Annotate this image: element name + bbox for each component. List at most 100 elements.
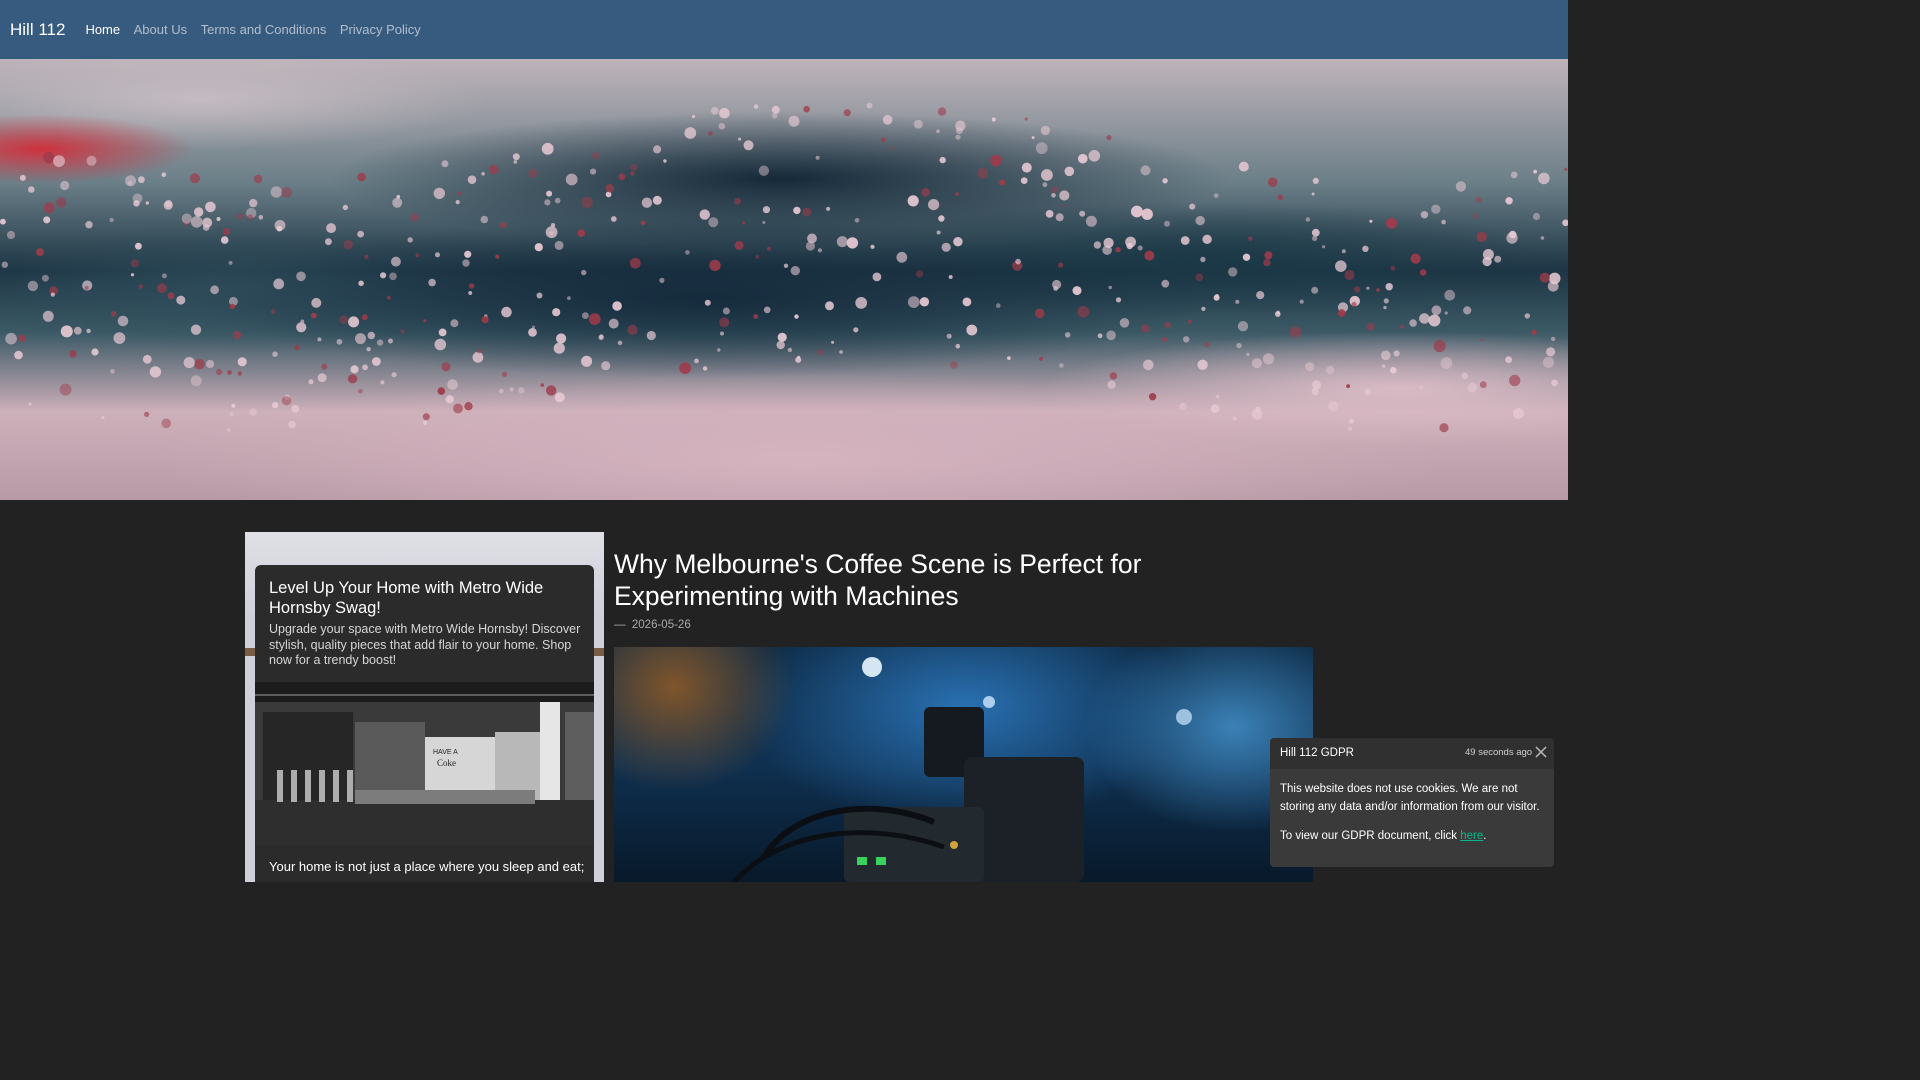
- hero-texture-dot: [999, 179, 1006, 186]
- hero-texture-dot: [528, 168, 538, 178]
- hero-texture-dot: [1058, 262, 1064, 268]
- hero-texture-dot: [738, 137, 742, 141]
- hero-texture-dot: [438, 328, 447, 337]
- hero-texture-dot: [722, 307, 730, 315]
- hero-texture-dot: [1195, 215, 1205, 226]
- hero-texture-dot: [206, 359, 215, 369]
- article-image[interactable]: [614, 647, 1313, 882]
- hero-texture-dot: [640, 220, 646, 226]
- hero-texture-dot: [630, 171, 635, 176]
- hero-texture-dot: [1179, 402, 1187, 411]
- hero-texture-dot: [1064, 166, 1075, 177]
- hero-texture-dot: [694, 358, 699, 364]
- gdpr-toast-document-line: To view our GDPR document, click here.: [1280, 830, 1546, 842]
- hero-texture-dot: [161, 273, 167, 279]
- hero-texture-dot: [1420, 211, 1429, 219]
- gdpr-document-link[interactable]: here: [1460, 830, 1483, 842]
- featured-post-panel: Level Up Your Home with Metro Wide Horns…: [255, 565, 594, 882]
- hero-texture-dot: [1441, 219, 1446, 225]
- nav-link-about-us[interactable]: About Us: [134, 22, 187, 37]
- hero-texture-dot: [468, 291, 473, 295]
- hero-texture-dot: [236, 213, 244, 220]
- hero-texture-dot: [445, 395, 454, 404]
- hero-texture-dot: [699, 209, 710, 220]
- hero-texture-dot: [1311, 192, 1315, 196]
- hero-texture-dot: [222, 228, 231, 236]
- hero-texture-dot: [1524, 313, 1531, 319]
- hero-texture-dot: [741, 221, 746, 225]
- featured-post-description: Upgrade your space with Metro Wide Horns…: [269, 622, 581, 667]
- nav-link-privacy[interactable]: Privacy Policy: [340, 22, 421, 37]
- gdpr-document-text: To view our GDPR document, click: [1280, 830, 1461, 842]
- hero-texture-dot: [1305, 217, 1311, 222]
- hero-texture-dot: [546, 385, 557, 396]
- hero-texture-dot: [1197, 359, 1208, 370]
- featured-post-title[interactable]: Level Up Your Home with Metro Wide Horns…: [269, 579, 579, 618]
- hero-texture-dot: [1383, 305, 1387, 310]
- hero-texture-dot: [1140, 324, 1150, 333]
- hero-texture-dot: [950, 361, 958, 369]
- hero-texture-dot: [1532, 212, 1541, 221]
- hero-texture-dot: [274, 219, 286, 231]
- hero-texture-dot: [205, 201, 216, 213]
- hero-texture-dot: [762, 206, 771, 214]
- hero-texture-dot: [113, 332, 126, 344]
- hero-texture-dot: [590, 168, 597, 175]
- hero-texture-dot: [472, 351, 484, 363]
- hero-texture-dot: [581, 196, 593, 208]
- hero-texture-dot: [1276, 310, 1280, 315]
- hero-texture-dot: [1143, 359, 1154, 371]
- featured-post-image[interactable]: HAVE A Coke: [255, 682, 594, 845]
- featured-post-card[interactable]: Level Up Your Home with Metro Wide Horns…: [245, 532, 604, 882]
- hero-texture-dot: [135, 242, 142, 250]
- article-title[interactable]: Why Melbourne's Coffee Scene is Perfect …: [614, 548, 1314, 612]
- hero-texture-dot: [1108, 285, 1112, 290]
- hero-texture-dot: [1494, 255, 1502, 263]
- hero-texture-dot: [1546, 347, 1556, 357]
- hero-texture-dot: [641, 197, 653, 208]
- hero-texture-dot: [1040, 125, 1051, 136]
- hero-texture-dot: [1072, 286, 1082, 296]
- close-icon[interactable]: [1534, 745, 1548, 759]
- hero-texture-dot: [977, 167, 989, 179]
- hero-texture-dot: [1463, 306, 1472, 315]
- hero-texture-dot: [831, 340, 835, 344]
- hero-texture-dot: [489, 165, 499, 175]
- site-brand[interactable]: Hill 112: [10, 20, 65, 40]
- nav-link-home[interactable]: Home: [85, 22, 120, 37]
- hero-texture-dot: [361, 314, 368, 321]
- hero-texture-dot: [776, 340, 785, 350]
- hero-texture-dot: [553, 342, 565, 354]
- hero-texture-dot: [896, 251, 908, 263]
- hero-texture-dot: [795, 356, 802, 363]
- hero-texture-dot: [846, 237, 859, 249]
- nav-link-terms[interactable]: Terms and Conditions: [201, 22, 327, 37]
- hero-texture-dot: [1051, 186, 1059, 194]
- hero-texture-dot: [350, 365, 359, 374]
- hero-texture-dot: [938, 215, 945, 222]
- hero-texture-dot: [1164, 321, 1171, 329]
- hero-texture-dot: [410, 213, 419, 222]
- hero-texture-dot: [53, 155, 65, 167]
- hero-texture-dot: [685, 250, 690, 255]
- hero-texture-dot: [1161, 279, 1170, 288]
- hero-texture-dot: [376, 339, 384, 346]
- hero-texture-dot: [1289, 326, 1302, 338]
- hero-texture-dot: [101, 416, 105, 420]
- gdpr-toast-time: 49 seconds ago: [1465, 747, 1533, 758]
- hero-texture-dot: [870, 244, 875, 249]
- hero-texture-dot: [272, 402, 279, 409]
- hero-texture-dot: [1228, 267, 1238, 277]
- hero-texture-dot: [380, 272, 387, 279]
- hero-texture-dot: [937, 107, 947, 116]
- gdpr-toast: Hill 112 GDPR 49 seconds ago This websit…: [1270, 738, 1554, 867]
- hero-texture-dot: [1328, 401, 1339, 412]
- hero-texture-dot: [528, 328, 537, 337]
- hero-texture-dot: [753, 314, 759, 319]
- hero-texture-dot: [512, 153, 520, 161]
- hero-texture-dot: [783, 263, 789, 268]
- hero-texture-dot: [85, 221, 93, 229]
- hero-texture-dot: [581, 269, 587, 276]
- hero-texture-dot: [617, 340, 623, 346]
- hero-texture-dot: [1115, 297, 1122, 303]
